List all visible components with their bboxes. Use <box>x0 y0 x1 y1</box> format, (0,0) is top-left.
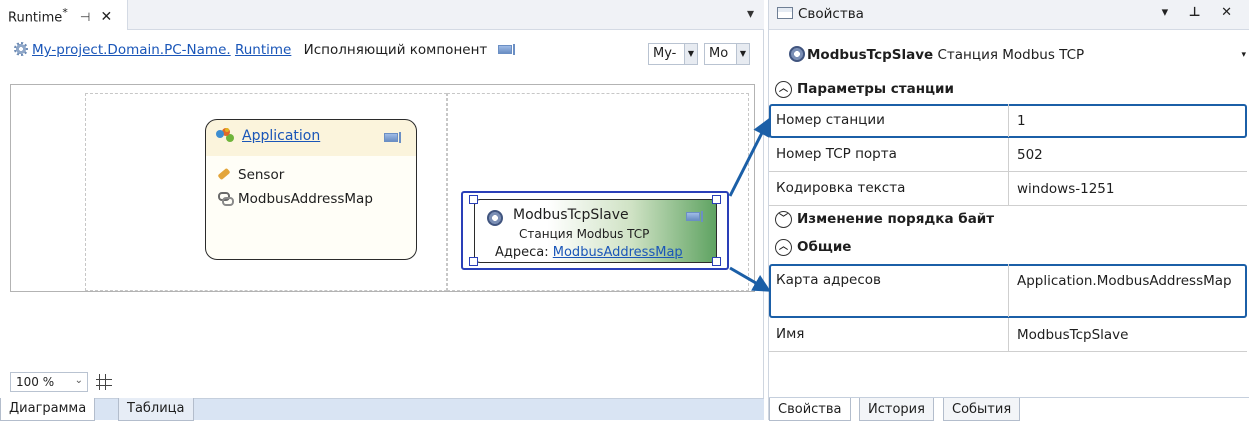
breadcrumb-runtime-link[interactable]: Runtime <box>235 42 291 58</box>
object-name: ModbusTcpSlave <box>807 47 934 63</box>
component-type-label: Исполняющий компонент <box>303 42 488 58</box>
category-general[interactable]: ︿ Общие <box>769 236 1247 260</box>
resize-handle-top-left[interactable] <box>469 195 478 204</box>
zoom-value: 100 % <box>16 375 55 389</box>
chevron-down-icon[interactable]: ▼ <box>736 44 749 64</box>
diagram-document-panel: Runtime* ⊣ ✕ ▾ My-project.Domain.PC-Name… <box>0 0 764 421</box>
tab-label: История <box>868 402 925 417</box>
tab-label: События <box>952 402 1012 417</box>
property-key: Номер станции <box>769 104 1009 137</box>
address-label: Адреса: <box>495 245 553 260</box>
expand-icon[interactable]: ﹀ <box>775 211 792 228</box>
tab-title: Runtime <box>8 10 63 26</box>
list-item[interactable]: ModbusAddressMap <box>218 191 373 207</box>
modified-marker: * <box>62 6 68 19</box>
tab-diagram[interactable]: Диаграмма <box>0 398 96 421</box>
property-key: Номер TCP порта <box>769 138 1009 171</box>
property-value[interactable]: 502 <box>1009 138 1247 171</box>
category-label: Общие <box>797 239 852 255</box>
category-byte-order[interactable]: ﹀ Изменение порядка байт <box>769 208 1247 232</box>
category-label: Параметры станции <box>797 81 954 97</box>
tab-table[interactable]: Таблица <box>118 398 194 421</box>
breadcrumb-pc-link[interactable]: PC-Name. <box>164 42 231 58</box>
document-menu-icon[interactable]: ▾ <box>747 6 754 22</box>
property-value[interactable]: ModbusTcpSlave <box>1009 318 1247 351</box>
close-icon[interactable]: ✕ <box>100 9 112 25</box>
resize-handle-top-right[interactable] <box>712 195 721 204</box>
combo-first[interactable]: My- ▼ <box>648 43 698 65</box>
properties-window-icon <box>777 7 793 19</box>
object-selector[interactable]: ModbusTcpSlave Станция Modbus TCP ▾ <box>769 44 1249 68</box>
tab-label: Диаграмма <box>9 401 87 416</box>
properties-title: Свойства <box>798 6 864 22</box>
property-row-address-map[interactable]: Карта адресов Application.ModbusAddressM… <box>769 264 1247 318</box>
property-key: Кодировка текста <box>769 172 1009 205</box>
property-key: Имя <box>769 318 1009 351</box>
properties-tab-bar: Свойства История События <box>769 397 1249 421</box>
combo-first-value: My- <box>653 46 677 61</box>
gear-icon <box>789 46 805 62</box>
chevron-down-icon[interactable]: ⌄ <box>75 375 83 386</box>
modbus-node-title: ModbusTcpSlave <box>513 207 629 223</box>
category-label: Изменение порядка байт <box>797 211 995 227</box>
pin-icon[interactable]: ⊣ <box>80 10 90 24</box>
tab-properties[interactable]: Свойства <box>769 398 851 421</box>
application-icon <box>216 128 234 142</box>
address-map-link[interactable]: ModbusAddressMap <box>553 245 683 260</box>
tab-label: Свойства <box>778 402 842 417</box>
gear-icon <box>14 42 28 56</box>
combo-second-value: Mo <box>709 46 729 61</box>
list-item[interactable]: Sensor <box>217 167 285 183</box>
pencil-icon <box>217 167 231 181</box>
panel-controls[interactable]: ▾ ⊥ ✕ <box>1162 5 1240 20</box>
property-row-station-number[interactable]: Номер станции 1 <box>769 104 1247 138</box>
chevron-down-icon[interactable]: ▾ <box>1241 50 1246 60</box>
address-map-label: ModbusAddressMap <box>238 191 373 207</box>
tab-label: Таблица <box>127 401 185 416</box>
category-station-params[interactable]: ︿ Параметры станции <box>769 78 1247 102</box>
modbus-slave-node[interactable]: ModbusTcpSlave Станция Modbus TCP Адреса… <box>474 199 717 263</box>
collapse-icon[interactable]: ︿ <box>775 239 792 256</box>
modbus-node-address: Адреса: ModbusAddressMap <box>495 245 717 260</box>
application-node[interactable]: Application Sensor ModbusAddressMap <box>205 119 417 260</box>
interface-icon <box>686 211 703 222</box>
grid-icon[interactable] <box>96 374 112 390</box>
modbus-node-subtitle: Станция Modbus TCP <box>519 227 650 241</box>
object-type: Станция Modbus TCP <box>937 47 1085 63</box>
tab-runtime[interactable]: Runtime* ⊣ ✕ <box>0 0 128 30</box>
property-row-name[interactable]: Имя ModbusTcpSlave <box>769 318 1247 352</box>
modbus-slave-node-selected[interactable]: ModbusTcpSlave Станция Modbus TCP Адреса… <box>461 191 729 270</box>
interface-icon <box>497 44 515 55</box>
tab-events[interactable]: События <box>943 398 1021 421</box>
properties-panel: Свойства ▾ ⊥ ✕ ModbusTcpSlave Станция Mo… <box>768 0 1249 421</box>
tab-history[interactable]: История <box>859 398 934 421</box>
property-value[interactable]: 1 <box>1009 104 1247 137</box>
breadcrumb-domain-link[interactable]: Domain. <box>107 42 164 58</box>
collapse-icon[interactable]: ︿ <box>775 81 792 98</box>
application-link[interactable]: Application <box>242 128 320 144</box>
property-key: Карта адресов <box>769 264 1009 317</box>
view-tab-bar: Диаграмма Таблица <box>0 398 764 421</box>
sensor-label: Sensor <box>238 167 285 183</box>
property-row-tcp-port[interactable]: Номер TCP порта 502 <box>769 138 1247 172</box>
resize-handle-bottom-right[interactable] <box>712 257 721 266</box>
application-node-header: Application <box>216 128 320 144</box>
property-value[interactable]: Application.ModbusAddressMap <box>1009 264 1247 317</box>
gear-icon <box>487 210 503 226</box>
zoom-select[interactable]: 100 % ⌄ <box>10 372 88 392</box>
interface-icon <box>384 132 401 143</box>
document-tab-bar: Runtime* ⊣ ✕ ▾ <box>0 0 764 30</box>
property-value[interactable]: windows-1251 <box>1009 172 1247 205</box>
property-row-text-encoding[interactable]: Кодировка текста windows-1251 <box>769 172 1247 206</box>
resize-handle-bottom-left[interactable] <box>469 257 478 266</box>
chevron-down-icon[interactable]: ▼ <box>684 44 697 64</box>
chain-link-icon <box>218 192 234 206</box>
breadcrumb-project-link[interactable]: My-project. <box>32 42 107 58</box>
properties-title-bar: Свойства ▾ ⊥ ✕ <box>769 0 1249 30</box>
combo-second[interactable]: Mo ▼ <box>704 43 750 65</box>
